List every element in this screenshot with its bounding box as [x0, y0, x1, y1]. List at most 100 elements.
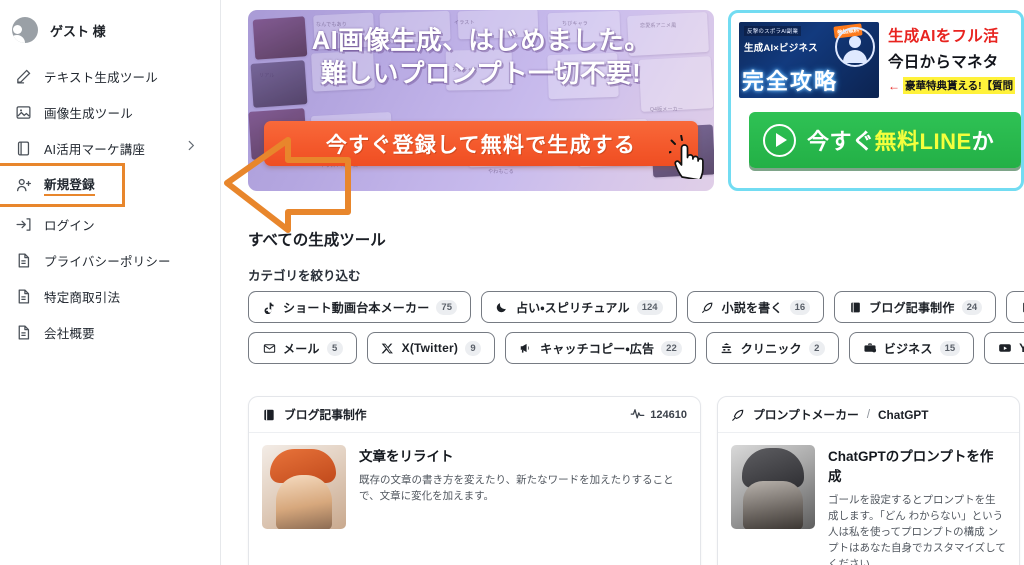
- sidebar-item-label: ログイン: [44, 218, 95, 233]
- tool-thumbnail: [731, 445, 815, 529]
- chip-clinic[interactable]: クリニック 2: [705, 332, 839, 364]
- cta-accent: 無料LINE: [874, 129, 972, 154]
- login-arrow-icon: [14, 215, 33, 234]
- tool-thumbnail: [262, 445, 346, 529]
- tool-description: ゴールを設定するとプロンプトを生成します。「どん わからない」という人は私を使っ…: [828, 494, 1006, 565]
- book-icon: [262, 408, 276, 422]
- course-thumbnail: 反撃のスポラAI副業 生成AI×ビジネス 完全攻略 参加無料: [739, 22, 879, 98]
- chip-count: 5: [326, 340, 343, 356]
- tool-card-subcategory: ChatGPT: [878, 407, 929, 422]
- chip-fortune-spiritual[interactable]: 占い・スピリチュアル 124: [480, 291, 677, 323]
- tool-card-body: 文章をリライト 既存の文章の書き方を変えたり、新たなワードを加えたりすることで、…: [249, 433, 700, 543]
- user-plus-icon: [14, 176, 33, 195]
- copy-line1: 生成AIをフル活: [888, 28, 999, 45]
- sidebar-item-text-tools[interactable]: テキスト生成ツール: [0, 58, 220, 94]
- sidebar-item-label: AI活用マーケ講座: [44, 142, 146, 157]
- chip-write-novel[interactable]: 小説を書く 16: [686, 291, 825, 323]
- tool-card-stat: 124610: [630, 406, 687, 424]
- promo-banner-image-generation[interactable]: なんでもあり イラスト ちびキャラ 恋愛系アニメ風 リアル ちびキャラ Q4版メ…: [248, 10, 714, 191]
- chip-x-twitter[interactable]: X(Twitter) 9: [366, 332, 496, 364]
- tool-card-header: プロンプトメーカー / ChatGPT: [718, 397, 1019, 433]
- sidebar-item-label: 画像生成ツール: [44, 106, 133, 121]
- chip-label: クリニック: [740, 341, 802, 356]
- activity-pulse-icon: [630, 406, 645, 424]
- tiktok-note-icon: [262, 300, 276, 314]
- banner-right-copy: 生成AIをフル活 今日からマネタ ← 豪華特典貰える!【質問: [888, 22, 1021, 100]
- chip-label: ブログ記事制作: [869, 300, 955, 315]
- user-avatar-icon: [12, 17, 38, 43]
- banner-right-cta-button[interactable]: 今すぐ無料LINEか: [749, 112, 1021, 168]
- main-content: なんでもあり イラスト ちびキャラ 恋愛系アニメ風 リアル ちびキャラ Q4版メ…: [221, 0, 1024, 565]
- pencil-icon: [14, 67, 33, 86]
- document-icon: [14, 323, 33, 342]
- course-thumb-big: 完全攻略: [742, 69, 839, 94]
- chip-label: 小説を書く: [721, 300, 783, 315]
- chip-copywriting-ads[interactable]: キャッチコピー・広告 22: [505, 332, 696, 364]
- cta-prefix: 今すぐ: [807, 129, 875, 154]
- sidebar-item-privacy-policy[interactable]: プライバシーポリシー: [0, 242, 220, 278]
- chip-business[interactable]: ビジネス 15: [848, 332, 975, 364]
- megaphone-icon: [519, 341, 533, 355]
- sidebar-item-commercial-law[interactable]: 特定商取引法: [0, 278, 220, 314]
- chip-count: 124: [636, 299, 663, 315]
- cta-suffix: か: [971, 129, 995, 154]
- tool-card-rewrite-text[interactable]: ブログ記事制作 124610 文章をリライト 既存の文章の書き方を変えたり、新た…: [248, 396, 701, 565]
- tool-card-chatgpt-prompt[interactable]: プロンプトメーカー / ChatGPT ChatGPTのプロンプトを作成 ゴール…: [717, 396, 1020, 565]
- category-filter-chips: ショート動画台本メーカー 75 占い・スピリチュアル 124 小説を書く 16 …: [248, 291, 1024, 373]
- chip-row-2: メール 5 X(Twitter) 9 キャッチコピー・広告 22 クリニック 2: [248, 332, 1024, 364]
- chevron-right-icon[interactable]: [184, 139, 198, 158]
- banner-headline-line1: AI画像生成、はじめました。: [311, 27, 651, 55]
- chip-count: 75: [436, 299, 457, 315]
- sidebar: ゲスト 様 テキスト生成ツール 画像生成ツール AI活用マーケ講座 新規登録 ロ…: [0, 0, 221, 565]
- guest-account-row[interactable]: ゲスト 様: [0, 8, 220, 52]
- play-circle-icon: [763, 123, 796, 157]
- sidebar-item-login[interactable]: ログイン: [0, 206, 220, 242]
- sidebar-item-label: 新規登録: [44, 174, 95, 196]
- sidebar-item-image-tools[interactable]: 画像生成ツール: [0, 94, 220, 130]
- promo-banner-line-course[interactable]: 反撃のスポラAI副業 生成AI×ビジネス 完全攻略 参加無料 生成AIをフル活 …: [728, 10, 1024, 191]
- sidebar-item-label: 特定商取引法: [44, 290, 121, 305]
- tool-name: 文章をリライト: [359, 449, 454, 464]
- envelope-icon: [262, 341, 276, 355]
- chip-count: 2: [808, 340, 825, 356]
- copy-highlight: 豪華特典貰える!【質問: [903, 77, 1016, 94]
- document-icon: [14, 251, 33, 270]
- chip-count: 15: [939, 340, 961, 356]
- chip-label: キャッチコピー・広告: [540, 341, 655, 356]
- document-icon: [14, 287, 33, 306]
- image-icon: [14, 103, 33, 122]
- tool-card-stat-value: 124610: [650, 408, 687, 421]
- youtube-icon: [998, 341, 1012, 355]
- filter-heading: カテゴリを絞り込む: [248, 269, 361, 283]
- sidebar-item-marketing-course[interactable]: AI活用マーケ講座: [0, 130, 220, 166]
- chip-row-1: ショート動画台本メーカー 75 占い・スピリチュアル 124 小説を書く 16 …: [248, 291, 1024, 323]
- briefcase-icon: [863, 341, 877, 355]
- sidebar-item-company-info[interactable]: 会社概要: [0, 314, 220, 350]
- tool-description: 既存の文章の書き方を変えたり、新たなワードを加えたりすることで、文章に変化を加え…: [359, 474, 674, 502]
- chip-label: ショート動画台本メーカー: [283, 300, 430, 315]
- chip-blog-article[interactable]: ブログ記事制作 24: [834, 291, 997, 323]
- chip-youtube[interactable]: YouTu: [984, 332, 1024, 364]
- sidebar-item-label: テキスト生成ツール: [44, 70, 158, 85]
- course-thumb-title: 生成AI×ビジネス: [744, 43, 818, 54]
- chip-count: 24: [961, 299, 983, 315]
- chip-short-video-script[interactable]: ショート動画台本メーカー 75: [248, 291, 471, 323]
- person-silhouette-icon: [835, 27, 875, 67]
- pointing-hand-cursor-icon: [669, 135, 704, 179]
- feather-pen-icon: [731, 408, 745, 422]
- chip-email[interactable]: メール 5: [248, 332, 357, 364]
- chip-label: 占い・スピリチュアル: [515, 300, 630, 315]
- tool-card-list: ブログ記事制作 124610 文章をリライト 既存の文章の書き方を変えたり、新た…: [248, 396, 1020, 565]
- sidebar-item-signup[interactable]: 新規登録: [0, 163, 125, 207]
- page-title: すべての生成ツール: [248, 232, 386, 249]
- book-icon: [848, 300, 862, 314]
- banner-right-top: 反撃のスポラAI副業 生成AI×ビジネス 完全攻略 参加無料 生成AIをフル活 …: [739, 22, 1021, 100]
- copy-line2: 今日からマネタ: [888, 54, 999, 71]
- left-arrow-icon: ←: [888, 78, 900, 93]
- book-icon: [14, 139, 33, 158]
- banner-cta-button[interactable]: 今すぐ登録して無料で生成する: [264, 121, 698, 166]
- chip-count: 22: [661, 340, 682, 356]
- sidebar-item-label: 会社概要: [44, 326, 95, 341]
- chip-video-script[interactable]: 動画台本: [1006, 291, 1024, 323]
- tool-card-separator: /: [866, 408, 871, 421]
